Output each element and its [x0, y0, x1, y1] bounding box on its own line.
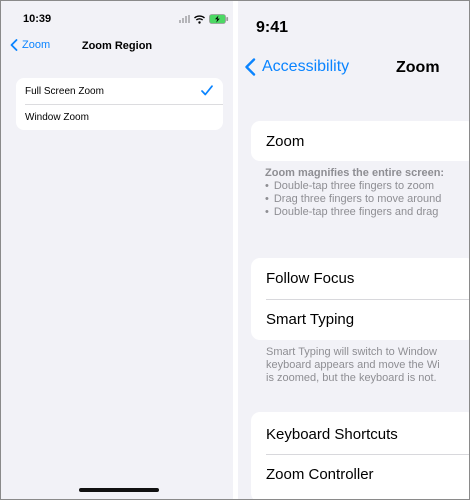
zoom-controller-row[interactable]: Zoom Controller [266, 466, 374, 483]
checkmark-icon [201, 85, 213, 96]
zoom-region-screen: 10:39 Zoom Zoom Region Full Screen Zoom [1, 1, 233, 499]
smart-typing-description-line: is zoomed, but the keyboard is not. [266, 372, 437, 384]
page-title: Zoom [396, 59, 440, 76]
wifi-icon [194, 14, 205, 24]
status-icons [179, 14, 229, 24]
smart-typing-row[interactable]: Smart Typing [266, 311, 354, 328]
follow-focus-row[interactable]: Follow Focus [266, 270, 354, 287]
smart-typing-description-line: Smart Typing will switch to Window [266, 346, 437, 358]
zoom-region-options: Full Screen Zoom Window Zoom [16, 78, 223, 130]
zoom-description-bullet: Drag three fingers to move around [265, 193, 444, 206]
smart-typing-description-line: keyboard appears and move the Wi [266, 359, 440, 371]
zoom-description-heading: Zoom magnifies the entire screen: [265, 167, 445, 179]
home-indicator[interactable] [79, 488, 159, 492]
status-time: 9:41 [256, 19, 289, 36]
zoom-toggle-card: Zoom [251, 121, 469, 161]
battery-charging-icon [209, 14, 229, 24]
zoom-description-bullet: Double-tap three fingers and drag [265, 206, 444, 219]
back-button-label: Accessibility [262, 58, 350, 75]
option-label: Full Screen Zoom [25, 85, 104, 97]
zoom-row[interactable]: Zoom [266, 133, 304, 150]
option-window-zoom[interactable]: Window Zoom [16, 104, 223, 130]
focus-typing-card: Follow Focus Smart Typing [251, 258, 469, 340]
divider [266, 454, 469, 455]
zoom-description-bullet: Double-tap three fingers to zoom [265, 180, 444, 193]
back-button[interactable]: Accessibility [244, 58, 349, 76]
cellular-signal-icon [179, 15, 190, 23]
chevron-left-icon [245, 58, 256, 76]
divider [266, 299, 469, 300]
zoom-settings-screen: 9:41 Accessibility Zoom Zoom Zoom magnif… [238, 1, 469, 499]
status-time: 10:39 [23, 13, 52, 25]
controls-card: Keyboard Shortcuts Zoom Controller [251, 412, 469, 499]
page-title: Zoom Region [81, 40, 153, 52]
smart-typing-description: Smart Typing will switch to Window keybo… [266, 346, 440, 385]
option-full-screen-zoom[interactable]: Full Screen Zoom [16, 78, 223, 104]
option-label: Window Zoom [25, 111, 89, 123]
zoom-description: Zoom magnifies the entire screen: Double… [265, 167, 444, 219]
keyboard-shortcuts-row[interactable]: Keyboard Shortcuts [266, 426, 398, 443]
